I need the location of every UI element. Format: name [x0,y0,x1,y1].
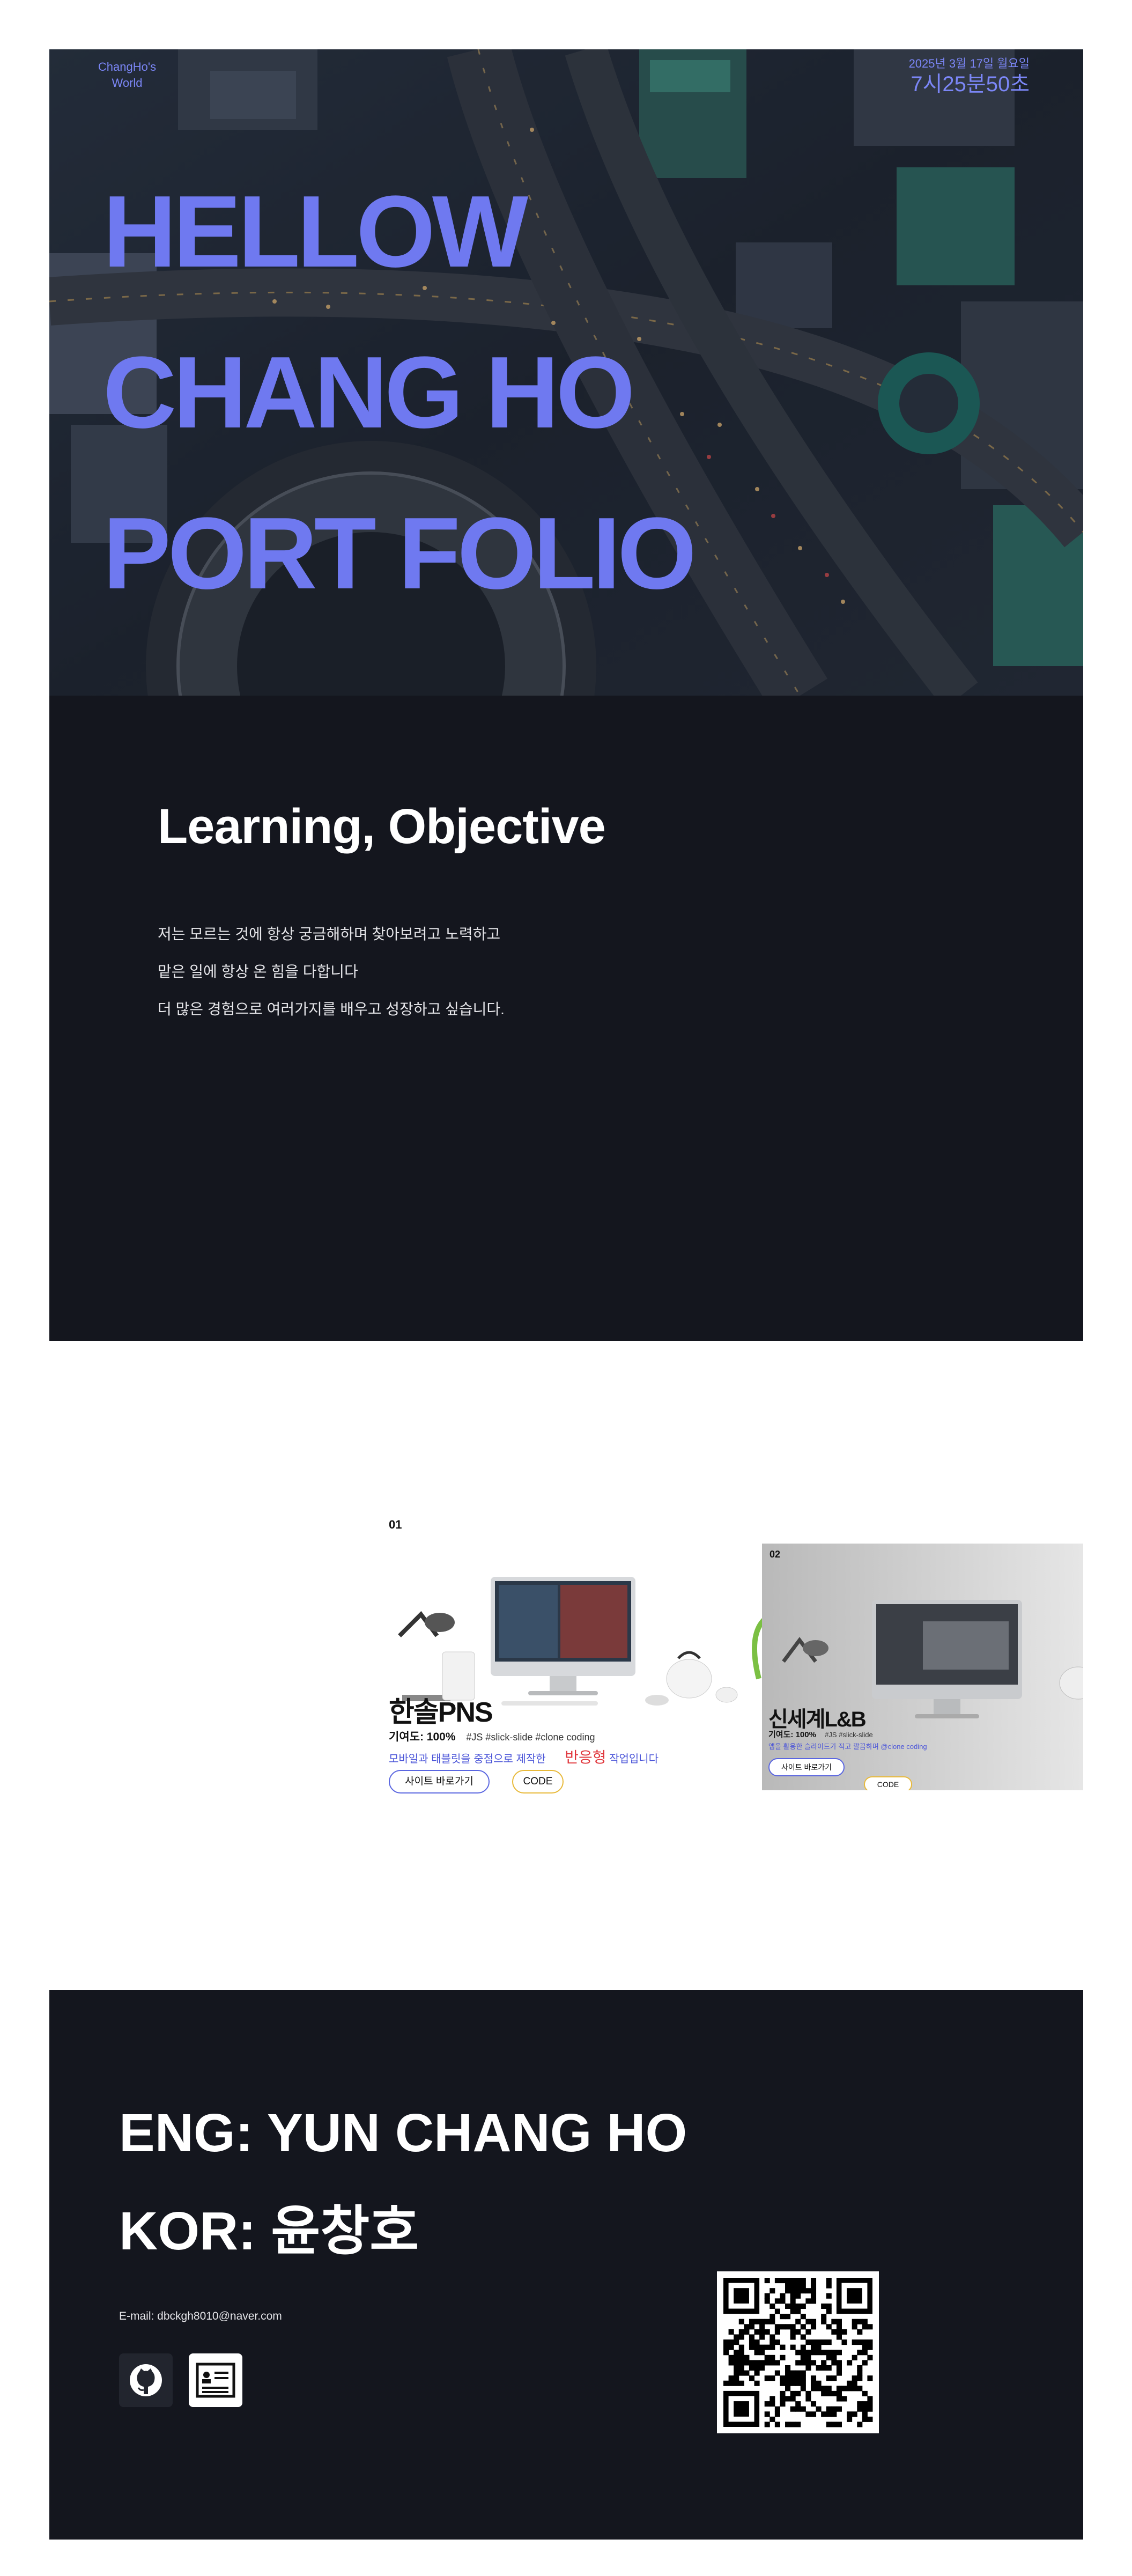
hero-title-line: PORT FOLIO [103,497,697,610]
learning-text: 저는 모르는 것에 항상 궁금해하며 찾아보려고 노력하고 맡은 일에 항상 온… [158,916,505,1028]
current-time: 7시25분50초 [911,72,1030,96]
project-desc-tail: 작업입니다 [609,1753,659,1765]
contact-section: ENG: YUN CHANG HO KOR: 윤창호 E-mail: dbckg… [49,1990,1083,2540]
learning-line: 더 많은 경험으로 여러가지를 배우고 성장하고 싶습니다. [158,1001,505,1017]
github-icon [130,2364,162,2396]
qr-code-image [723,2278,873,2427]
hero-title-line: CHANG HO [103,336,635,449]
clock: 2025년 3월 17일 월요일 7시25분50초 [909,56,1030,97]
project-card-shinsegae[interactable]: 02 신세계L&B 기여도: 100% #JS #slick-slide 앱을 … [762,1544,1083,1790]
learning-heading: Learning, Objective [158,799,606,854]
code-link-button[interactable]: CODE [512,1770,564,1793]
project-contribution: 기여도: 100% [389,1731,456,1743]
brand-line-1: ChangHo's [98,60,157,73]
resume-link[interactable] [189,2353,242,2407]
project-tags: #JS #slick-slide #clone coding [466,1732,595,1743]
project-description: 모바일과 태블릿을 중점으로 제작한 반응형 작업입니다 [389,1746,659,1767]
learning-line: 저는 모르는 것에 항상 궁금해하며 찾아보려고 노력하고 [158,926,501,942]
project-contribution: 기여도: 100% [768,1730,816,1739]
project-preview-image [762,1544,1083,1790]
project-title: 한솔PNS [389,1697,493,1728]
qr-code[interactable] [717,2271,879,2433]
email-text: E-mail: dbckgh8010@naver.com [119,2310,282,2322]
kor-name: KOR: 윤창호 [119,2201,419,2261]
project-number: 02 [770,1549,781,1560]
learning-line: 맡은 일에 항상 온 힘을 다합니다 [158,963,358,980]
hero-title-line: HELLOW [103,175,528,289]
project-number: 01 [389,1518,402,1531]
resume-icon [196,2363,235,2398]
project-card-hansol[interactable]: 한솔PNS 기여도: 100% #JS #slick-slide #clone … [389,1555,764,1824]
site-link-button[interactable]: 사이트 바로가기 [389,1770,490,1793]
code-link-button[interactable]: CODE [864,1776,912,1790]
learning-section: Learning, Objective 저는 모르는 것에 항상 궁금해하며 찾… [49,696,1083,1341]
project-meta: 기여도: 100% #JS #slick-slide [768,1729,873,1740]
brand-line-2: World [112,76,143,90]
eng-name: ENG: YUN CHANG HO [119,2103,687,2163]
github-link[interactable] [119,2353,173,2407]
hero-section: ChangHo's World 2025년 3월 17일 월요일 7시25분50… [49,49,1083,696]
project-preview-image [389,1555,764,1711]
project-description: 앱을 활용한 슬라이드가 적고 깔끔하며 @clone coding [768,1743,927,1751]
project-desc-highlight: 반응형 [565,1749,606,1766]
project-tags: #JS #slick-slide [825,1731,873,1739]
brand-logo[interactable]: ChangHo's World [87,59,167,91]
project-meta: 기여도: 100% #JS #slick-slide #clone coding [389,1728,595,1744]
current-date: 2025년 3월 17일 월요일 [908,57,1030,70]
hero-title: HELLOW CHANG HO PORT FOLIO [103,151,697,634]
project-desc-text: 모바일과 태블릿을 중점으로 제작한 [389,1753,546,1765]
site-link-button[interactable]: 사이트 바로가기 [768,1758,845,1776]
